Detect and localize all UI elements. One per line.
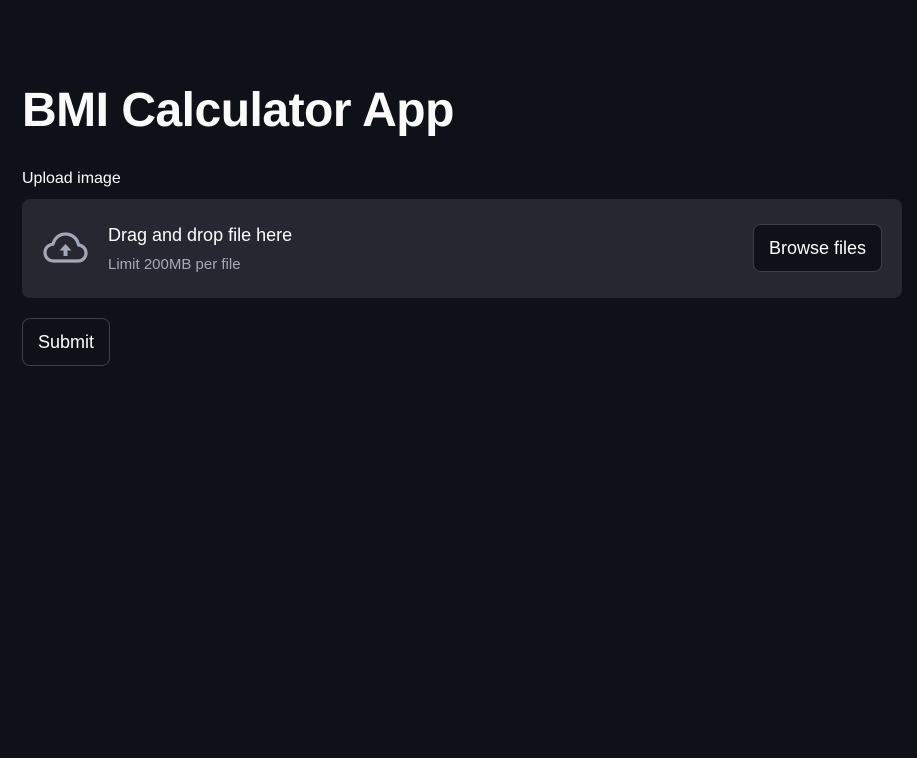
app-container: BMI Calculator App Upload image Drag and… [0,0,917,758]
drop-instructions: Drag and drop file here [108,225,293,245]
submit-button[interactable]: Submit [22,318,111,366]
file-size-limit: Limit 200MB per file [108,256,241,273]
file-dropzone[interactable]: Drag and drop file here Limit 200MB per … [22,199,902,298]
upload-label: Upload image [22,170,121,187]
cloud-upload-icon [42,230,89,266]
browse-files-button[interactable]: Browse files [752,224,882,272]
page-title: BMI Calculator App [22,84,454,137]
